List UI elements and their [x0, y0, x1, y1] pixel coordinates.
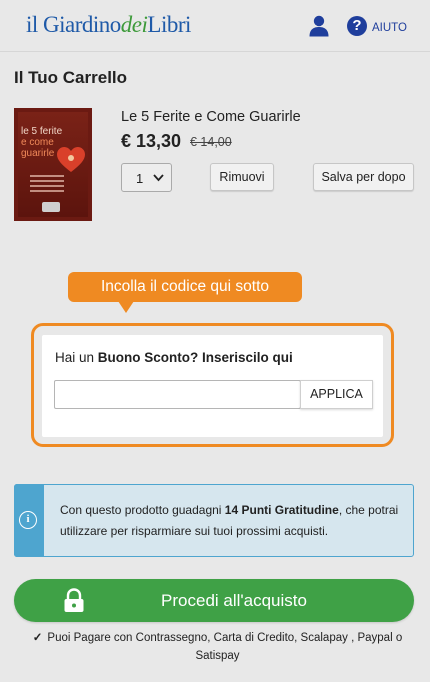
checkmark-icon: ✓: [32, 632, 43, 644]
payment-methods-text: Puoi Pagare con Contrassegno, Carta di C…: [47, 632, 403, 662]
points-info-text: Con questo prodotto guadagni 14 Punti Gr…: [60, 500, 405, 542]
book-cover-image[interactable]: le 5 ferite e come guarirle: [14, 108, 92, 221]
payment-methods-note: ✓ Puoi Pagare con Contrassegno, Carta di …: [20, 629, 415, 665]
logo-text-part3: Libri: [147, 12, 191, 37]
user-icon[interactable]: [309, 15, 329, 37]
quantity-value: 1: [136, 171, 144, 186]
points-info-prefix: Con questo prodotto guadagni: [60, 503, 225, 517]
help-link[interactable]: AIUTO: [372, 22, 407, 34]
cover-title-line1: le 5 ferite: [21, 126, 63, 137]
save-for-later-button[interactable]: Salva per dopo: [313, 163, 414, 191]
item-price: € 13,30: [121, 131, 182, 151]
cover-title-line3: guarirle: [21, 148, 55, 159]
tooltip-arrow: [118, 301, 134, 313]
item-old-price: € 14,00: [190, 135, 232, 149]
remove-button[interactable]: Rimuovi: [210, 163, 274, 191]
cover-subtitle-lines: [30, 172, 64, 198]
coupon-prompt-prefix: Hai un: [55, 350, 98, 365]
heart-icon: [57, 147, 85, 172]
logo-text-part1: il Giardino: [26, 12, 121, 37]
book-cover-art: le 5 ferite e come guarirle: [18, 112, 88, 217]
points-info-bold: 14 Punti Gratitudine: [224, 503, 339, 517]
logo-text-part2: dei: [120, 12, 148, 37]
info-icon: i: [19, 511, 37, 529]
site-logo[interactable]: il GiardinodeiLibri: [26, 12, 191, 38]
coupon-prompt-bold: Buono Sconto? Inseriscilo qui: [97, 350, 293, 365]
checkout-button[interactable]: Procedi all'acquisto: [14, 579, 414, 622]
coupon-prompt: Hai un Buono Sconto? Inseriscilo qui: [55, 350, 293, 365]
checkout-label: Procedi all'acquisto: [161, 591, 307, 610]
site-header: il GiardinodeiLibri ? AIUTO: [0, 0, 430, 52]
apply-coupon-button[interactable]: APPLICA: [300, 380, 373, 409]
page-title: Il Tuo Carrello: [14, 68, 128, 87]
question-circle-icon[interactable]: ?: [347, 16, 367, 36]
book-title[interactable]: Le 5 Ferite e Come Guarirle: [121, 109, 301, 125]
cover-publisher-mark: [42, 202, 60, 212]
coupon-hint-tooltip: Incolla il codice qui sotto: [68, 272, 302, 302]
coupon-code-input[interactable]: [54, 380, 301, 409]
chevron-down-icon: [153, 174, 164, 182]
cover-title-line2: e come: [21, 137, 54, 148]
quantity-select[interactable]: 1: [121, 163, 172, 192]
